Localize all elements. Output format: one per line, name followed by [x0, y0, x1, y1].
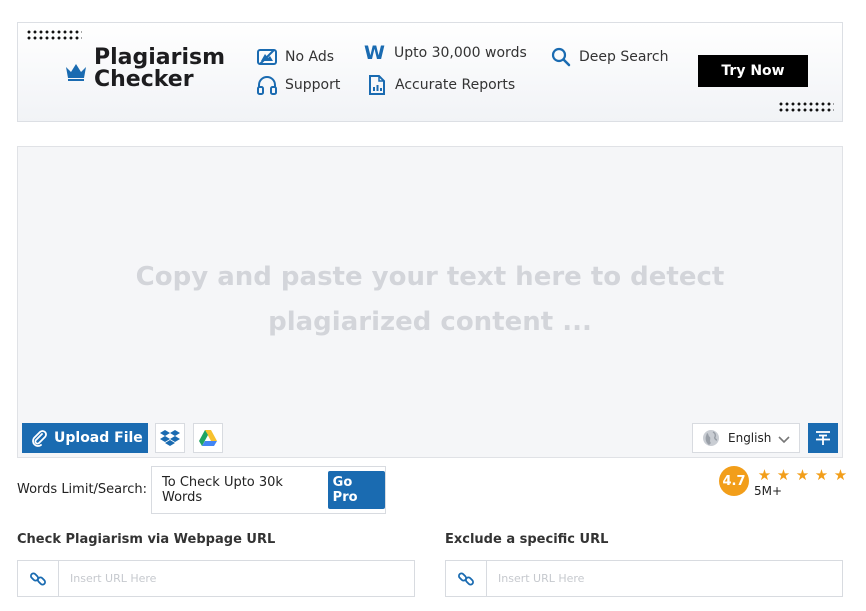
- editor-placeholder: Copy and paste your text here to detect …: [135, 262, 725, 337]
- check-url-field: [17, 560, 415, 597]
- link-icon: [458, 572, 474, 585]
- reports-label: Accurate Reports: [395, 77, 516, 93]
- brand-title-line1: Plagiarism: [94, 45, 226, 70]
- try-now-button[interactable]: Try Now: [698, 55, 808, 87]
- no-ads-label: No Ads: [285, 49, 334, 65]
- dropbox-button[interactable]: [155, 423, 185, 453]
- support-label: Support: [285, 77, 341, 93]
- search-icon: [551, 47, 571, 67]
- word-limit-label: Upto 30,000 words: [393, 45, 527, 61]
- dots-decoration: [26, 29, 82, 41]
- paperclip-icon: [32, 430, 47, 447]
- crown-icon: [66, 64, 86, 81]
- no-ads-icon: [257, 49, 277, 65]
- brand-title-line2: Checker: [94, 67, 194, 92]
- feature-reports: Accurate Reports: [366, 74, 515, 96]
- link-icon-box: [18, 561, 59, 596]
- feature-no-ads: No Ads: [256, 46, 334, 68]
- star-icon: ★: [814, 467, 829, 484]
- upsell-text: To Check Upto 30k Words: [162, 475, 283, 505]
- feature-support: Support: [256, 74, 340, 96]
- word-w-icon: W: [364, 42, 385, 64]
- words-limit-label: Words Limit/Search: 0: [17, 482, 160, 497]
- star-icon: ★: [795, 467, 810, 484]
- link-icon: [30, 572, 46, 585]
- exclude-url-label: Exclude a specific URL: [445, 532, 609, 547]
- exclude-url-input[interactable]: [487, 561, 842, 596]
- upload-file-button[interactable]: Upload File: [22, 423, 148, 453]
- check-url-input[interactable]: [59, 561, 414, 596]
- pro-upsell-box: To Check Upto 30k Words Go Pro: [151, 466, 386, 514]
- language-select[interactable]: English: [692, 423, 800, 453]
- dropbox-icon: [160, 430, 180, 446]
- feature-deep-search: Deep Search: [550, 46, 668, 68]
- globe-icon: [703, 430, 719, 446]
- star-icon: ★: [757, 467, 772, 484]
- dots-decoration: [778, 101, 834, 113]
- check-url-label: Check Plagiarism via Webpage URL: [17, 532, 276, 547]
- deep-search-label: Deep Search: [579, 49, 669, 65]
- text-format-icon: [816, 431, 830, 445]
- upload-file-label: Upload File: [54, 430, 143, 446]
- rating-score: 4.7: [719, 466, 749, 496]
- link-icon-box: [446, 561, 487, 596]
- promo-banner: Plagiarism Checker No Ads Support W Upto…: [17, 22, 843, 122]
- text-format-button[interactable]: [808, 423, 838, 453]
- text-editor-area[interactable]: Copy and paste your text here to detect …: [17, 146, 843, 458]
- feature-word-limit: W Upto 30,000 words: [364, 42, 527, 64]
- google-drive-button[interactable]: [193, 423, 223, 453]
- exclude-url-field: [445, 560, 843, 597]
- language-value: English: [728, 431, 772, 445]
- rating-widget: 4.7 ★ ★ ★ ★ ★ 5M+: [719, 466, 847, 502]
- rating-users: 5M+: [754, 484, 783, 498]
- brand-logo: Plagiarism Checker: [64, 47, 225, 91]
- chevron-down-icon: [778, 436, 790, 444]
- go-pro-button[interactable]: Go Pro: [327, 471, 385, 509]
- google-drive-icon: [199, 430, 217, 446]
- rating-stars: ★ ★ ★ ★ ★: [755, 466, 850, 484]
- report-icon: [369, 75, 385, 95]
- star-icon: ★: [776, 467, 791, 484]
- headphones-icon: [257, 76, 277, 95]
- star-icon: ★: [833, 467, 848, 484]
